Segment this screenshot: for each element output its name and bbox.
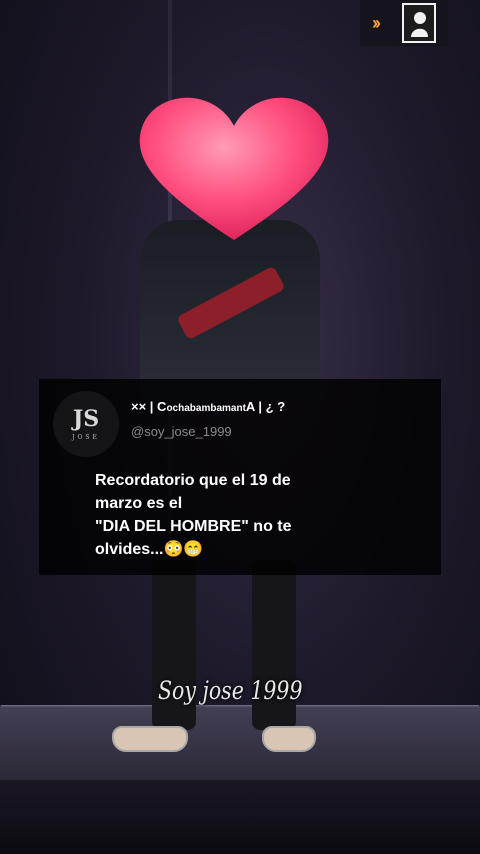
username[interactable]: @soy_jose_1999 [131,424,232,439]
post-text-line: "DIA DEL HOMBRE" no te [95,518,292,535]
post-text-line: olvides...😳😁 [95,541,204,558]
character-left-sandal [112,726,188,752]
display-name-prefix: ×× | C [131,399,167,414]
post-card: JS JOSE ×× | CochabambamantA | ¿ ? @soy_… [39,379,441,575]
avatar[interactable]: JS JOSE [53,391,119,457]
top-right-badge[interactable]: ›› [360,0,448,46]
display-name-end: A | ¿ ? [245,399,286,414]
double-chevron-right-icon: ›› [372,12,381,33]
signature-watermark: Soy jose 1999 [158,676,303,705]
display-name[interactable]: ×× | CochabambamantA | ¿ ? [131,399,285,414]
display-name-suffix: ochabambamant [166,403,246,414]
heart-icon [139,97,329,241]
character-right-sandal [262,726,316,752]
post-text-line: marzo es el [95,495,183,512]
avatar-subtext: JOSE [72,433,100,441]
post-text: Recordatorio que el 19 de marzo es el "D… [95,469,395,561]
stage-front [0,780,480,854]
profile-silhouette-icon[interactable] [402,3,436,43]
post-text-line: Recordatorio que el 19 de [95,472,291,489]
avatar-monogram: JS [72,405,100,432]
